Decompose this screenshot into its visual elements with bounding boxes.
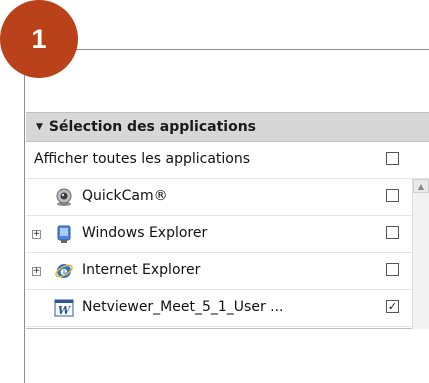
word-document-icon: W [54, 298, 74, 318]
windows-explorer-icon [54, 224, 74, 244]
vertical-scrollbar[interactable]: ▲ [412, 179, 429, 329]
collapse-triangle-icon[interactable]: ▼ [36, 122, 43, 132]
list-item-windows-explorer[interactable]: + Windows Explorer [26, 216, 429, 253]
windows-explorer-label: Windows Explorer [82, 225, 208, 241]
panel-header[interactable]: ▼ Sélection des applications [26, 113, 429, 142]
list-item-quickcam[interactable]: QuickCam® [26, 179, 429, 216]
internet-explorer-icon: e [54, 261, 74, 281]
scroll-up-arrow-icon[interactable]: ▲ [413, 179, 429, 193]
netviewer-checkbox[interactable]: ✓ [386, 300, 399, 313]
expand-plus-icon[interactable]: + [32, 230, 41, 239]
svg-text:W: W [58, 304, 72, 317]
webcam-icon [54, 187, 74, 207]
show-all-checkbox[interactable] [386, 152, 399, 165]
list-item-show-all[interactable]: Afficher toutes les applications [26, 142, 429, 179]
list-item-internet-explorer[interactable]: + e Internet Explorer [26, 253, 429, 290]
quickcam-label: QuickCam® [82, 188, 168, 204]
application-selection-panel: ▼ Sélection des applications Afficher to… [26, 112, 429, 329]
panel-title: Sélection des applications [48, 119, 257, 135]
quickcam-checkbox[interactable] [386, 189, 399, 202]
show-all-label: Afficher toutes les applications [34, 151, 251, 167]
step-number-badge: 1 [0, 0, 78, 78]
netviewer-label: Netviewer_Meet_5_1_User ... [82, 299, 284, 315]
internet-explorer-label: Internet Explorer [82, 262, 201, 278]
list-item-netviewer[interactable]: W Netviewer_Meet_5_1_User ... ✓ [26, 290, 429, 327]
internet-explorer-checkbox[interactable] [386, 263, 399, 276]
expand-plus-icon[interactable]: + [32, 267, 41, 276]
windows-explorer-checkbox[interactable] [386, 226, 399, 239]
